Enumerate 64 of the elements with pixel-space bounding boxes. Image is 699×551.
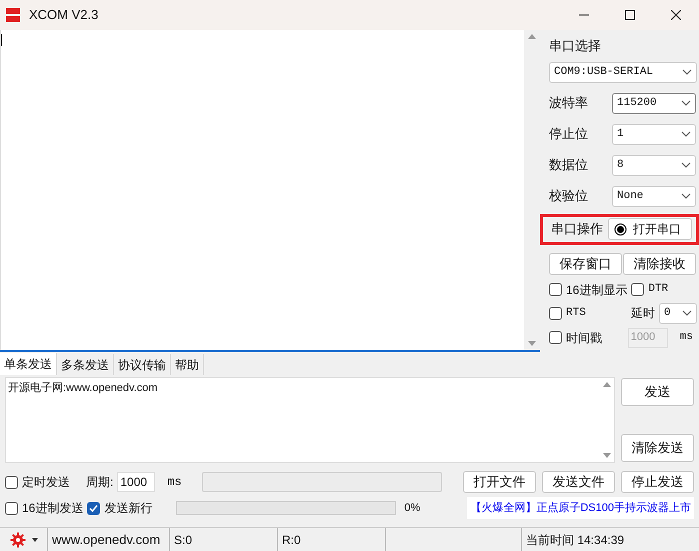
checkbox[interactable] [549,283,562,296]
dropdown[interactable]: COM9:USB-SERIAL [549,62,697,82]
sent-count: S:0 [170,528,278,551]
received-count: R:0 [278,528,386,551]
checkbox[interactable] [631,283,644,296]
setting-label: 波特率 [549,94,588,112]
file-path-field[interactable] [202,472,442,492]
setting-label: 数据位 [549,156,588,174]
logo-icon [5,7,21,23]
maximize-icon [625,10,635,20]
chevron-down-icon [682,310,692,316]
current-time: 当前时间 14:34:39 [525,532,626,548]
chevron-down-icon [681,193,691,199]
dropdown[interactable]: 8 [612,154,696,176]
send-newline-label: 发送新行 [104,500,152,517]
button[interactable]: 清除发送 [621,434,694,462]
operation-label: 串口操作 [551,220,603,238]
hex-display-label: 16进制显示 [566,282,628,298]
button[interactable]: 清除接收 [623,252,696,274]
checkbox[interactable] [87,502,100,514]
hex-send-label: 16进制发送 [22,500,84,517]
checkbox[interactable] [5,502,18,514]
dropdown-arrow-icon[interactable] [32,538,38,542]
period-label: 周期: [86,474,114,491]
checkbox[interactable] [5,476,18,488]
timed-send-label: 定时发送 [22,474,70,491]
dropdown[interactable]: None [612,186,696,206]
progress-reading: 0% [404,500,420,516]
button[interactable]: 打开文件 [463,471,536,493]
unit-label: ms [680,330,693,346]
open-port-button[interactable]: 打开串口 [608,218,692,240]
rts-label: RTS [566,306,586,321]
button[interactable]: 发送文件 [542,471,615,493]
dropdown[interactable]: 115200 [612,92,696,114]
radio-icon [614,222,627,236]
dropdown[interactable]: 0 [659,302,697,324]
website-text: www.openedv.com [48,528,170,551]
button[interactable]: 停止发送 [621,471,694,493]
checkbox[interactable] [549,331,562,344]
send-area[interactable]: 开源电子网:www.openedv.com [5,377,615,463]
unit-label: ms [167,474,182,491]
timestamp-label: 时间戳 [566,330,602,346]
tab[interactable]: 单条发送 [0,353,57,375]
chevron-down-icon [681,162,691,168]
dtr-label: DTR [648,282,668,298]
gear-icon[interactable] [10,532,26,548]
button[interactable]: 保存窗口 [549,252,622,274]
chevron-down-icon [681,100,691,106]
dropdown[interactable]: 1 [612,124,696,144]
scroll-up-icon[interactable] [603,382,611,387]
chevron-down-icon [682,69,692,75]
setting-label: 停止位 [549,125,588,144]
marquee-link[interactable]: 【火爆全网】正点原子DS100手持示波器上市 [467,497,694,519]
checkbox[interactable] [549,306,562,320]
scroll-down-icon[interactable] [603,453,611,458]
port-label: 串口选择 [549,37,602,55]
window-title: XCOM V2.3 [29,6,98,24]
button[interactable]: 发送 [621,378,694,406]
delay-label: 延时 [631,305,655,322]
chevron-down-icon [681,131,691,137]
setting-label: 校验位 [549,187,588,206]
send-text: 开源电子网:www.openedv.com [7,381,159,396]
period-field[interactable]: 1000 [117,472,156,492]
close-icon [671,10,681,20]
